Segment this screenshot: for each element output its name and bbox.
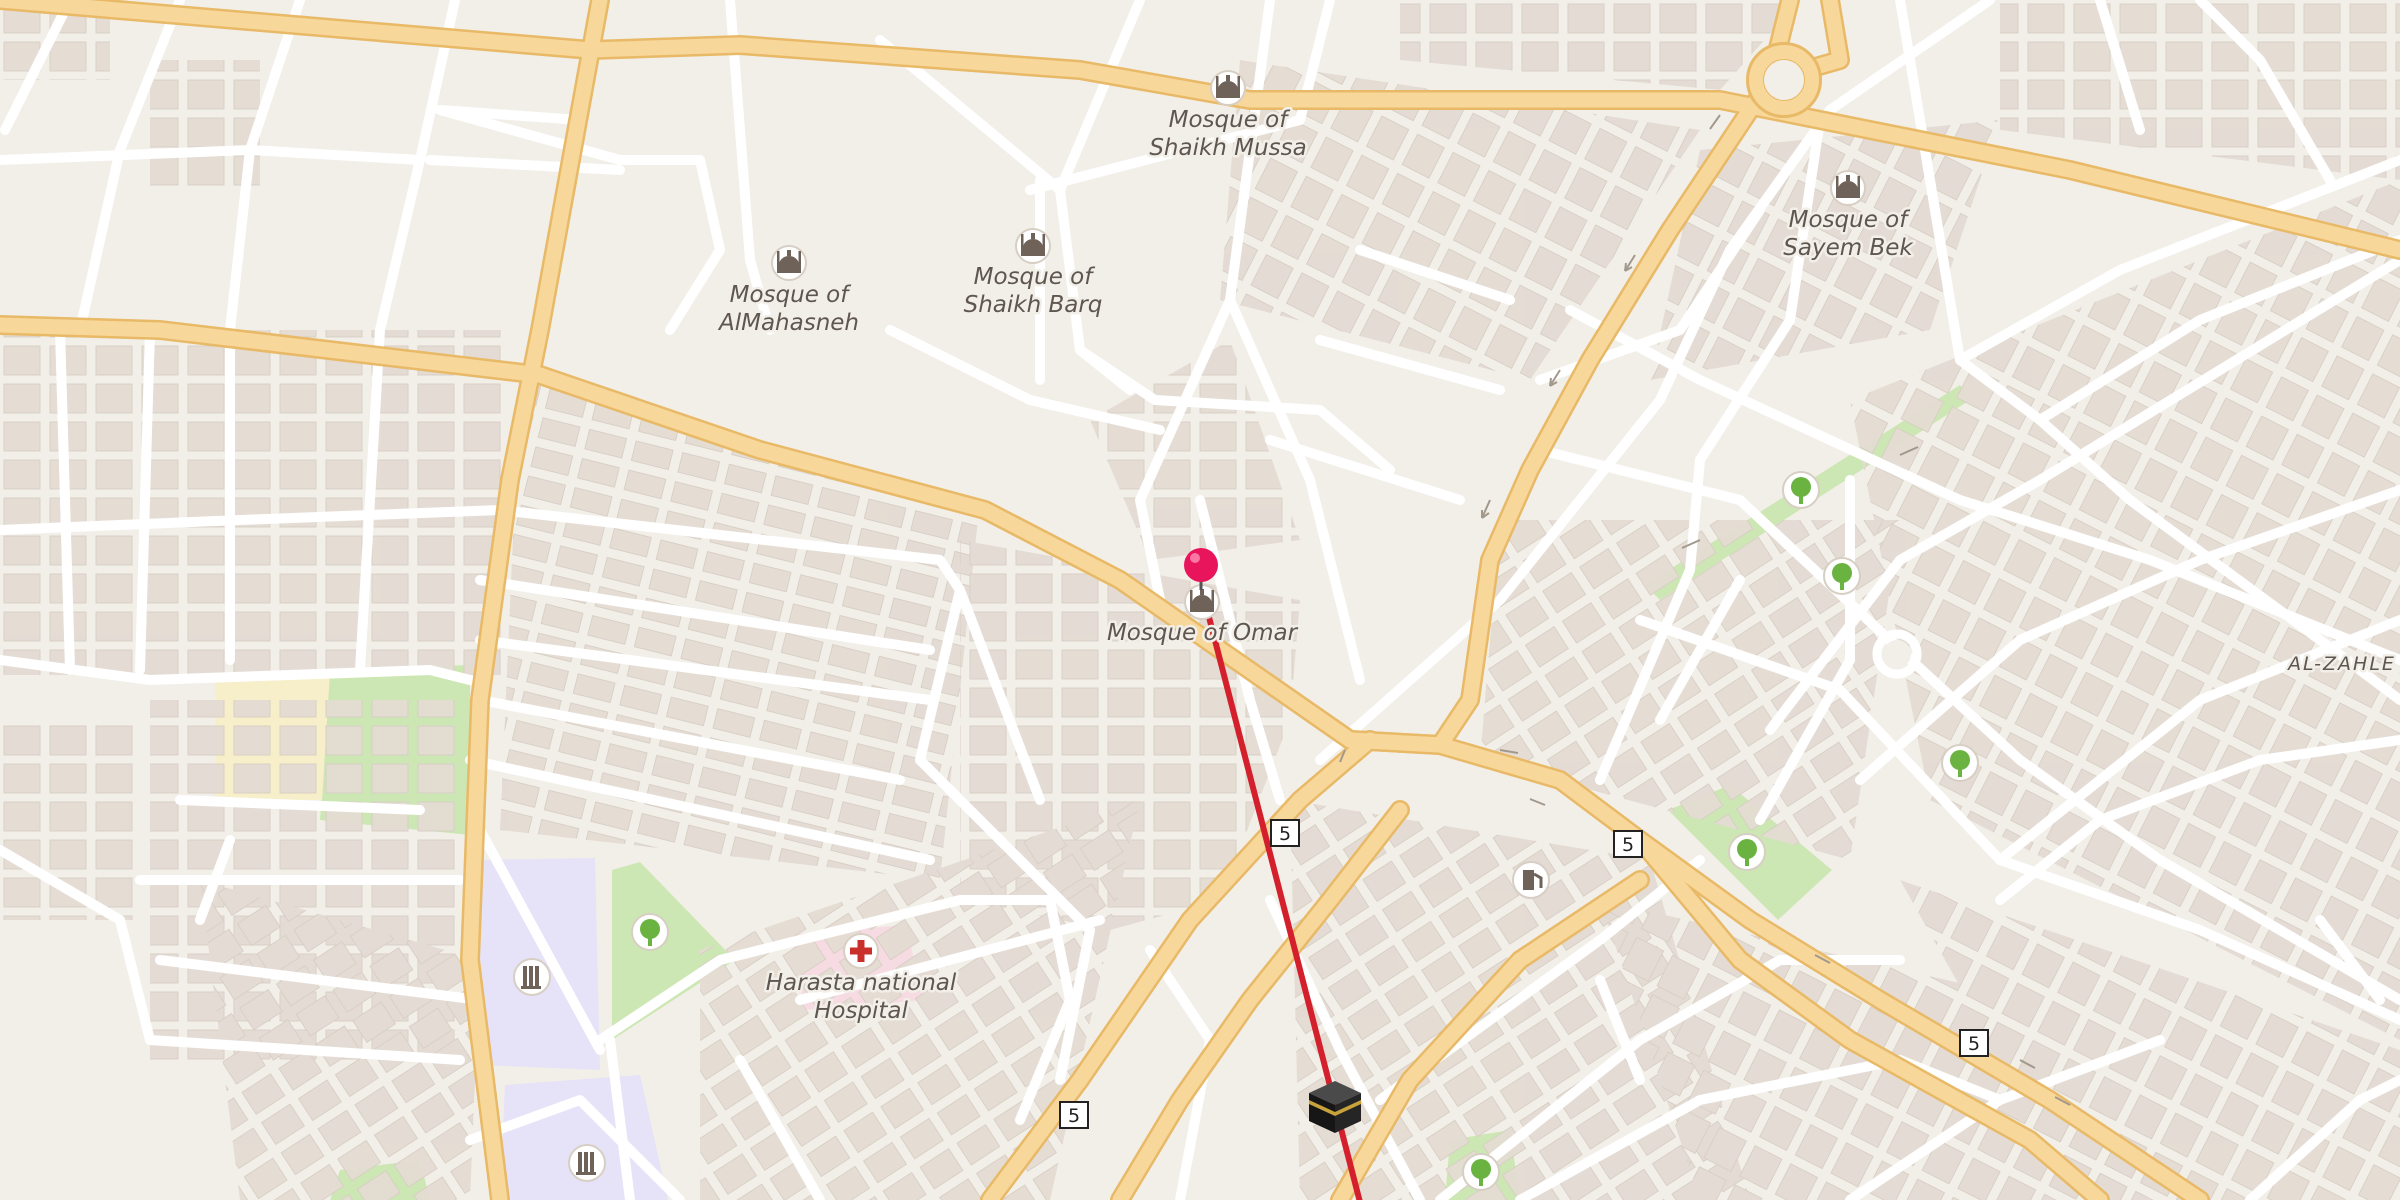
svg-text:5: 5: [1279, 823, 1291, 845]
tree-icon[interactable]: [1462, 1153, 1500, 1191]
mosque-icon: [1184, 584, 1220, 620]
mosque-icon: [1015, 228, 1051, 264]
route-shield: 5: [1613, 830, 1643, 858]
poi-label: Shaikh Barq: [964, 292, 1103, 318]
tree-icon[interactable]: [1941, 744, 1979, 782]
map-canvas[interactable]: 5 5 5 5 Mosque of Shaikh Mussa Mosque of…: [0, 0, 2400, 1200]
tree-icon[interactable]: [1782, 471, 1820, 509]
poi-label: Shaikh Mussa: [1149, 135, 1306, 161]
route-shield: 5: [1059, 1101, 1089, 1129]
school-icon[interactable]: [568, 1144, 606, 1182]
poi-label: Sayem Bek: [1783, 235, 1914, 261]
svg-text:5: 5: [1968, 1033, 1980, 1055]
poi-label: Mosque of: [1789, 207, 1911, 233]
mosque-icon: [1830, 170, 1866, 206]
svg-text:5: 5: [1622, 834, 1634, 856]
poi-label: Harasta national: [766, 970, 957, 996]
route-shield: 5: [1959, 1029, 1989, 1057]
route-shield: 5: [1270, 819, 1300, 847]
mosque-icon: [1210, 70, 1246, 106]
fuel-station-icon[interactable]: [1512, 861, 1550, 899]
poi-label: Mosque of: [730, 282, 852, 308]
poi-label: Mosque of: [1169, 107, 1291, 133]
mosque-icon: [771, 245, 807, 281]
tree-icon[interactable]: [631, 913, 669, 951]
poi-label: Mosque of: [974, 264, 1096, 290]
tree-icon[interactable]: [1728, 833, 1766, 871]
svg-text:5: 5: [1068, 1105, 1080, 1127]
hospital-cross-icon: [843, 933, 879, 969]
area-al-zahle: AL-ZAHLE: [2286, 653, 2396, 675]
tree-icon[interactable]: [1823, 557, 1861, 595]
school-icon[interactable]: [513, 958, 551, 996]
poi-label: AlMahasneh: [717, 310, 859, 336]
poi-label: Mosque of Omar: [1107, 620, 1299, 646]
poi-label: Hospital: [814, 998, 908, 1024]
